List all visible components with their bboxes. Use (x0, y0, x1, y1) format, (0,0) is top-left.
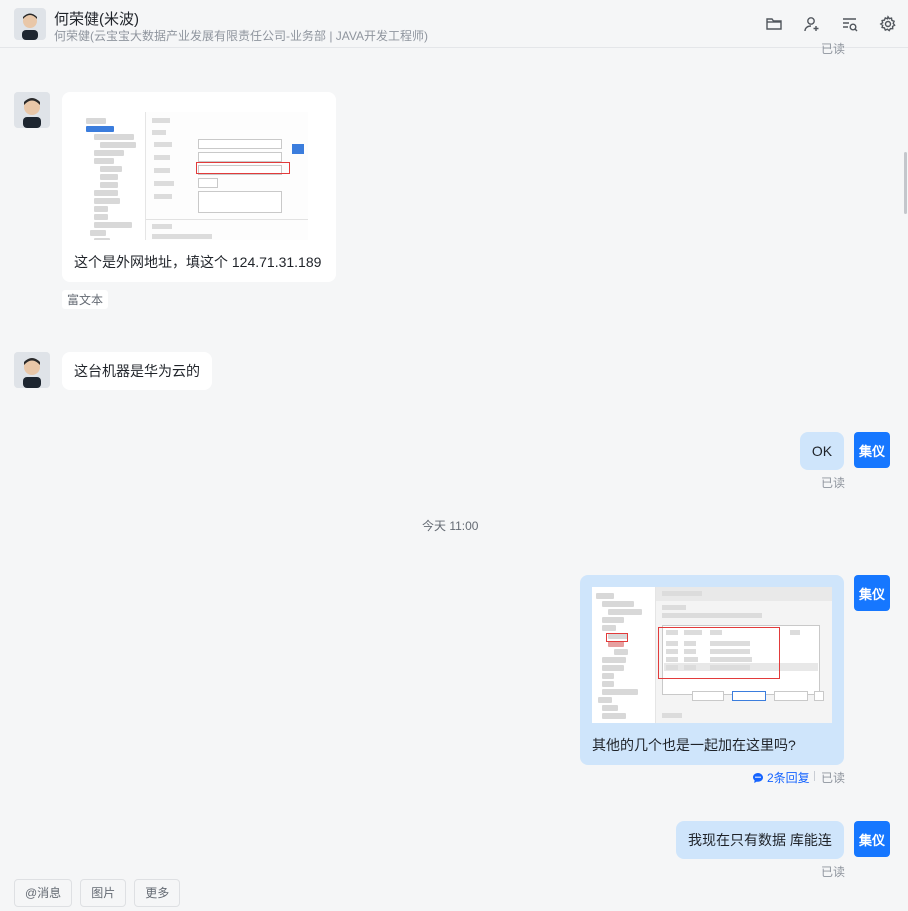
mention-button[interactable]: @消息 (14, 879, 73, 907)
sender-avatar[interactable] (14, 92, 50, 128)
contact-avatar[interactable] (14, 8, 46, 40)
search-list-icon[interactable] (838, 12, 862, 36)
sender-avatar[interactable] (14, 352, 50, 388)
settings-icon[interactable] (876, 12, 900, 36)
read-status: 已读 (821, 476, 846, 490)
message-text: 我现在只有数据 库能连 (688, 832, 832, 848)
message-bubble-outgoing[interactable]: OK (800, 432, 844, 470)
chat-header: 何荣健(米波) 何荣健(云宝宝大数据产业发展有限责任公司-业务部 | JAVA开… (0, 0, 908, 48)
chat-bubble-icon (753, 772, 763, 783)
folder-icon[interactable] (762, 12, 786, 36)
time-divider: 今天 11:00 (422, 519, 479, 533)
read-status: 已读 (821, 865, 846, 879)
read-status-top: 已读 (821, 42, 846, 56)
message-bubble-incoming[interactable]: 这台机器是华为云的 (62, 352, 212, 390)
my-avatar[interactable]: 集仪 (854, 575, 890, 611)
contact-name[interactable]: 何荣健(米波) (54, 8, 139, 29)
message-text: 这个是外网地址，填这个 124.71.31.189 (74, 254, 322, 270)
more-button[interactable]: 更多 (134, 879, 181, 907)
message-text: 这台机器是华为云的 (74, 363, 200, 379)
replies-count[interactable]: 2条回复 (767, 769, 810, 786)
image-button[interactable]: 图片 (80, 879, 127, 907)
contact-subtitle: 何荣健(云宝宝大数据产业发展有限责任公司-业务部 | JAVA开发工程师) (54, 29, 429, 43)
rich-text-tag: 富文本 (62, 290, 109, 309)
divider (814, 771, 815, 781)
screenshot-image[interactable] (592, 587, 832, 723)
thread-replies-link[interactable]: 2条回复 (752, 769, 810, 786)
header-actions (762, 12, 900, 36)
my-avatar[interactable]: 集仪 (854, 432, 890, 468)
scrollbar[interactable] (904, 152, 907, 214)
my-avatar[interactable]: 集仪 (854, 821, 890, 857)
read-status: 已读 (821, 771, 846, 785)
input-toolbar: @消息 图片 更多 (14, 879, 181, 907)
message-bubble-outgoing[interactable]: 其他的几个也是一起加在这里吗? (580, 575, 844, 765)
message-bubble-incoming[interactable]: 这个是外网地址，填这个 124.71.31.189 (62, 92, 336, 282)
message-bubble-outgoing[interactable]: 我现在只有数据 库能连 (676, 821, 844, 859)
message-text: 其他的几个也是一起加在这里吗? (592, 737, 796, 753)
add-user-icon[interactable] (800, 12, 824, 36)
screenshot-image[interactable] (82, 112, 308, 240)
message-text: OK (811, 443, 833, 459)
